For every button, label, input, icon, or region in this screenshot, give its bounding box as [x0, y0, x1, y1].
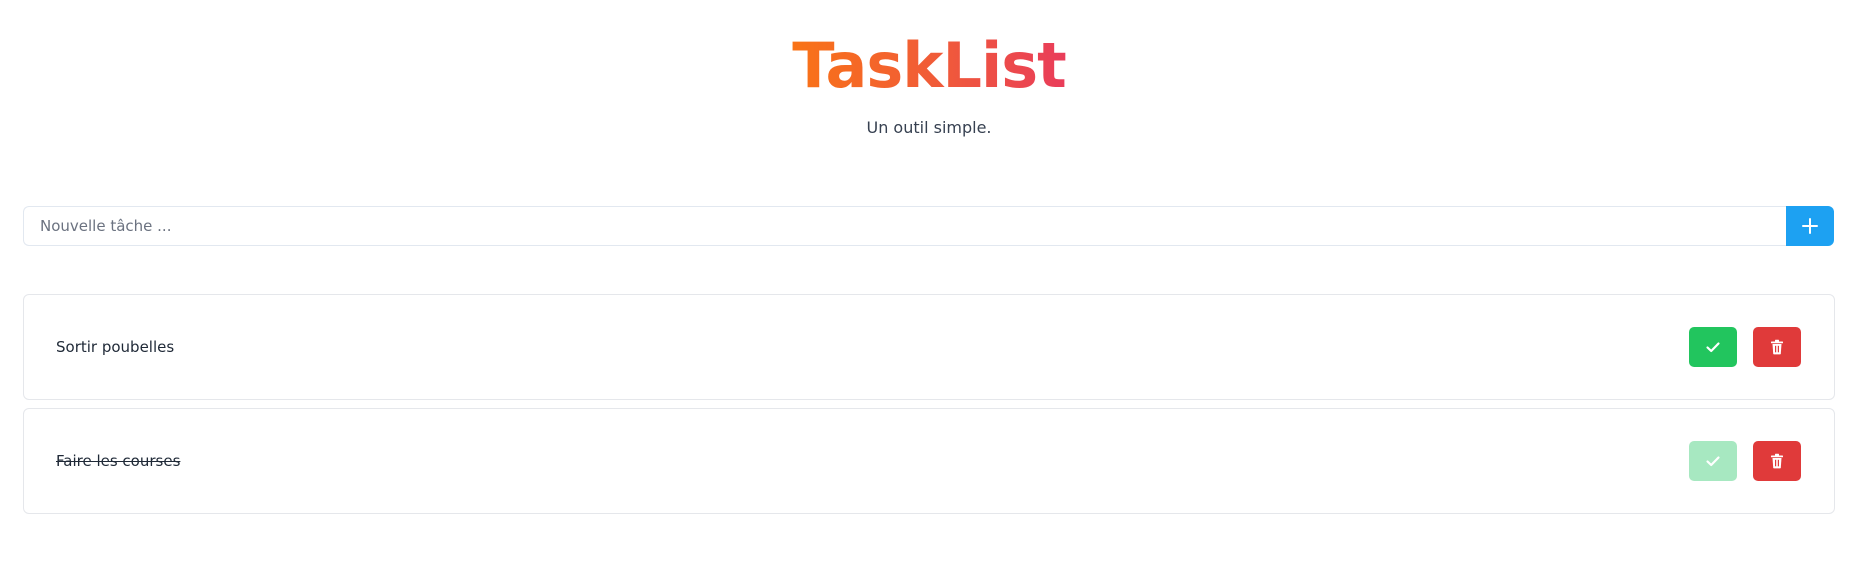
- plus-icon: [1801, 217, 1819, 235]
- new-task-input[interactable]: [23, 206, 1787, 246]
- task-label: Faire les courses: [56, 452, 181, 470]
- complete-task-button[interactable]: [1689, 441, 1737, 481]
- task-label: Sortir poubelles: [56, 338, 175, 356]
- page-title: TaskList: [792, 29, 1067, 102]
- task-list: Sortir poubelles Faire les courses: [23, 294, 1835, 522]
- check-icon: [1705, 339, 1721, 355]
- trash-icon: [1770, 453, 1784, 469]
- check-icon: [1705, 453, 1721, 469]
- tasklist-app: TaskList Un outil simple. Sortir poubell…: [0, 0, 1858, 571]
- add-task-form: [23, 206, 1835, 248]
- header: TaskList Un outil simple.: [0, 30, 1858, 138]
- task-item: Faire les courses: [23, 408, 1835, 514]
- task-item: Sortir poubelles: [23, 294, 1835, 400]
- page-subtitle: Un outil simple.: [866, 118, 992, 137]
- delete-task-button[interactable]: [1753, 327, 1801, 367]
- add-task-button[interactable]: [1786, 206, 1834, 246]
- complete-task-button[interactable]: [1689, 327, 1737, 367]
- delete-task-button[interactable]: [1753, 441, 1801, 481]
- trash-icon: [1770, 339, 1784, 355]
